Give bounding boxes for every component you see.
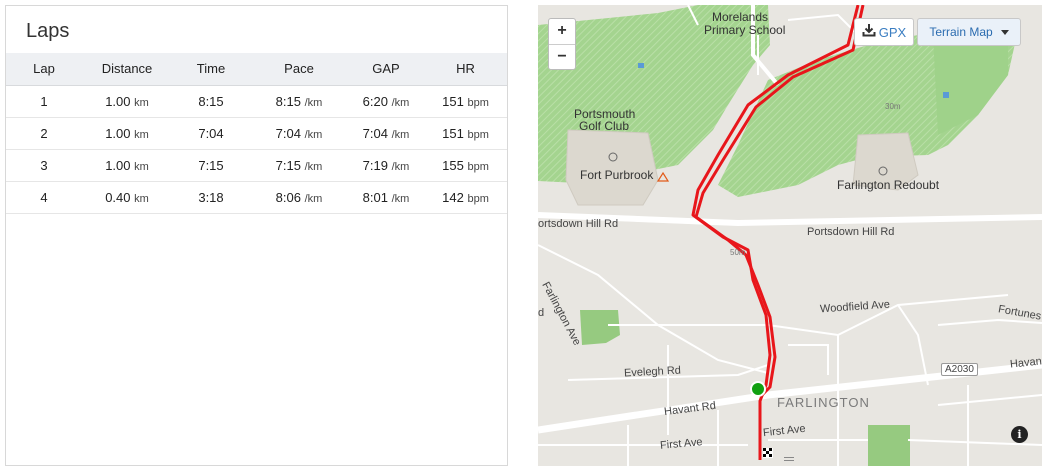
lap-distance: 1.00 km [82,149,172,182]
green-patch-2 [868,425,910,466]
map-type-label: Terrain Map [929,25,993,39]
lap-time: 3:18 [172,181,250,214]
lap-pace: 8:06 /km [250,181,348,214]
lap-row[interactable]: 1 1.00 km 8:15 8:15 /km 6:20 /km 151 bpm [6,85,507,118]
lap-pace: 7:15 /km [250,149,348,182]
label-farlington-redoubt: Farlington Redoubt [837,178,940,192]
lap-hr: 142 bpm [424,181,507,214]
label-portsdown-right: Portsdown Hill Rd [807,226,895,238]
lap-distance: 1.00 km [82,85,172,118]
zoom-out-button[interactable]: − [549,44,575,70]
finish-marker[interactable] [763,448,773,458]
label-contour-50: 50m [730,248,746,257]
label-fort-purbrook: Fort Purbrook [580,168,654,182]
lap-row[interactable]: 2 1.00 km 7:04 7:04 /km 7:04 /km 151 bpm [6,117,507,150]
laps-title: Laps [26,20,70,42]
label-portsdown-left: ortsdown Hill Rd [538,218,619,230]
lap-number: 4 [6,181,82,214]
download-icon [862,23,876,42]
col-lap-header[interactable]: Lap [6,53,82,86]
lap-hr: 155 bpm [424,149,507,182]
label-morelands: Morelands [712,10,769,24]
lap-distance: 1.00 km [82,117,172,150]
route-map[interactable]: Morelands Primary School Portsmouth Golf… [538,5,1042,466]
col-time-header[interactable]: Time [172,53,250,86]
col-gap-header[interactable]: GAP [348,53,424,86]
lap-gap: 7:19 /km [348,149,424,182]
label-golf-club: Golf Club [579,119,630,133]
lap-distance: 0.40 km [82,181,172,214]
lap-time: 7:04 [172,117,250,150]
lap-row[interactable]: 3 1.00 km 7:15 7:15 /km 7:19 /km 155 bpm [6,149,507,182]
lap-row[interactable]: 4 0.40 km 3:18 8:06 /km 8:01 /km 142 bpm [6,181,507,214]
gpx-label: GPX [878,24,907,40]
lap-hr: 151 bpm [424,85,507,118]
map-type-dropdown[interactable]: Terrain Map [917,18,1021,46]
lap-hr: 151 bpm [424,117,507,150]
lap-gap: 7:04 /km [348,117,424,150]
label-farlington: FARLINGTON [777,395,870,410]
lap-number: 2 [6,117,82,150]
chevron-down-icon [1000,29,1009,35]
label-contour-30: 30m [885,102,901,111]
gpx-download-button[interactable]: GPX [854,18,914,46]
resize-handle[interactable] [784,457,794,463]
lap-number: 1 [6,85,82,118]
lap-number: 3 [6,149,82,182]
zoom-control: + − [548,18,576,70]
laps-table: Lap Distance Time Pace GAP HR 1 1.00 km … [6,53,507,214]
lap-gap: 8:01 /km [348,181,424,214]
lap-time: 8:15 [172,85,250,118]
lap-pace: 8:15 /km [250,85,348,118]
label-edge-d: d [538,307,545,319]
col-pace-header[interactable]: Pace [250,53,348,86]
label-a2030-shield: A2030 [941,363,978,376]
start-marker[interactable] [750,381,766,397]
col-distance-header[interactable]: Distance [82,53,172,86]
col-hr-header[interactable]: HR [424,53,507,86]
info-icon[interactable]: i [1011,426,1028,443]
laps-header-row: Lap Distance Time Pace GAP HR [6,53,507,86]
lap-gap: 6:20 /km [348,85,424,118]
zoom-in-button[interactable]: + [549,19,575,44]
lap-time: 7:15 [172,149,250,182]
label-primary-school: Primary School [704,23,786,37]
laps-panel: Laps Lap Distance Time Pace GAP HR 1 1.0… [5,5,508,466]
lap-pace: 7:04 /km [250,117,348,150]
